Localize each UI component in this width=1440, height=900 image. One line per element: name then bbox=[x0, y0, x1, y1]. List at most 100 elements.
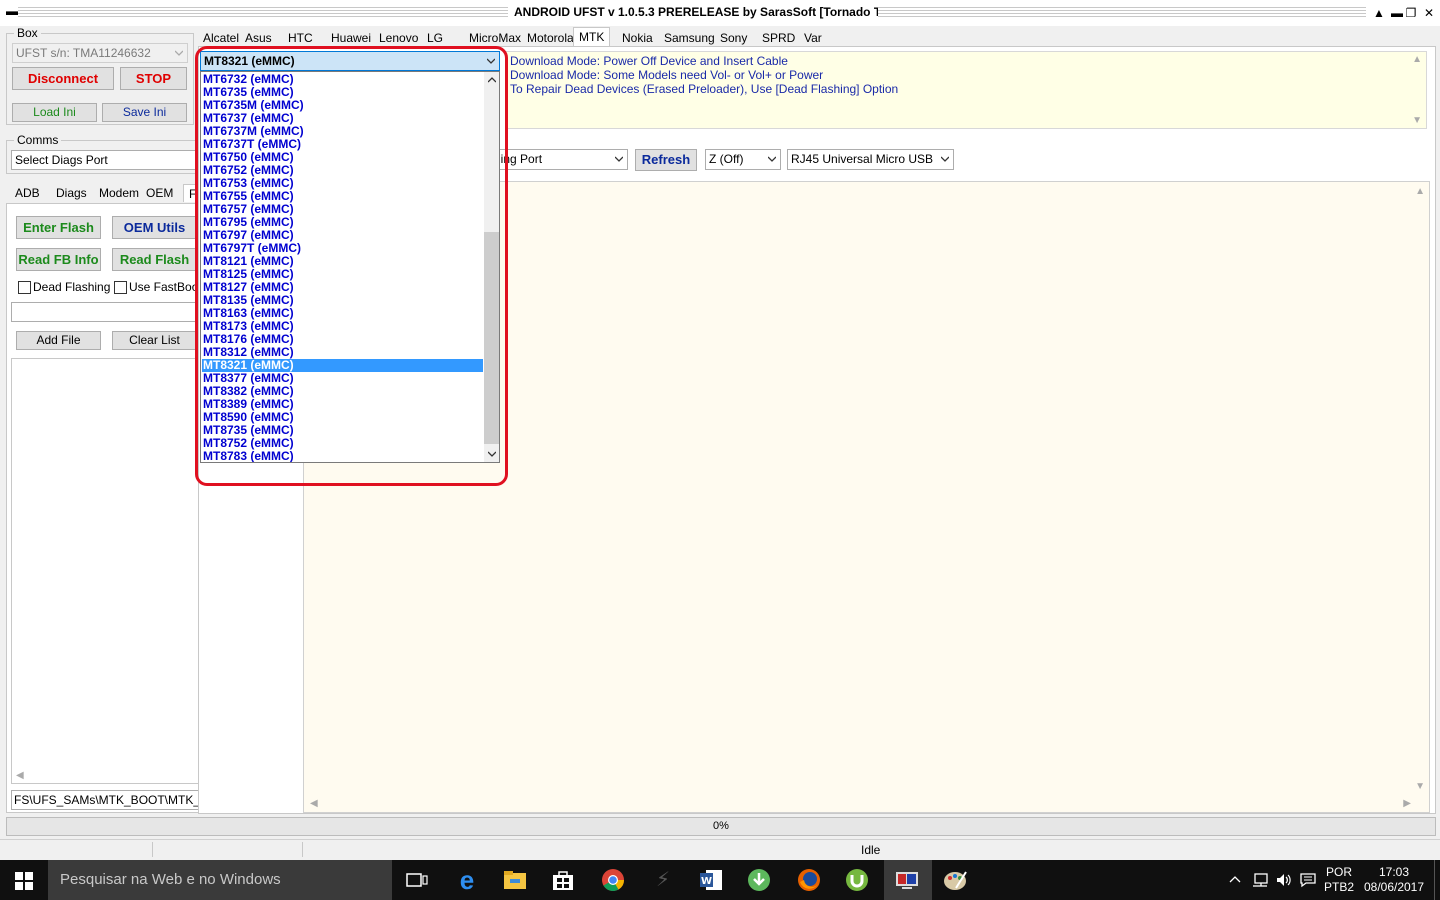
tab-lenovo[interactable]: Lenovo bbox=[374, 29, 423, 47]
action-center-icon[interactable] bbox=[1299, 872, 1317, 888]
ufst-app-icon[interactable] bbox=[894, 868, 920, 892]
info-line: Download Mode: Power Off Device and Inse… bbox=[510, 54, 788, 68]
title-stripes-right bbox=[878, 7, 1366, 19]
clock-time: 17:03 bbox=[1378, 865, 1410, 879]
scroll-down-icon[interactable]: ▼ bbox=[1415, 781, 1425, 792]
input-language[interactable]: POR PTB2 bbox=[1324, 865, 1354, 895]
diags-port-value: Select Diags Port bbox=[15, 153, 108, 167]
scroll-up-icon[interactable]: ▲ bbox=[1415, 186, 1425, 197]
taskbar-search-input[interactable]: Pesquisar na Web e no Windows bbox=[48, 860, 392, 900]
utorrent-icon[interactable] bbox=[844, 868, 870, 892]
cable-value: RJ45 Universal Micro USB bbox=[791, 152, 934, 166]
tab-motorola[interactable]: Motorola bbox=[522, 29, 579, 47]
chrome-icon[interactable] bbox=[600, 868, 626, 892]
show-desktop-button[interactable] bbox=[1434, 860, 1440, 900]
windows-start-icon[interactable] bbox=[15, 872, 33, 890]
clock[interactable]: 17:03 08/06/2017 bbox=[1362, 865, 1426, 895]
progress-bar: 0% bbox=[6, 817, 1436, 836]
scroll-left-icon[interactable]: ◀ bbox=[310, 798, 318, 809]
z-mode-select[interactable]: Z (Off) bbox=[705, 149, 781, 170]
scroll-up-icon[interactable]: ▲ bbox=[1412, 54, 1422, 65]
word-icon[interactable]: W bbox=[698, 868, 724, 892]
tab-var[interactable]: Var bbox=[799, 29, 827, 47]
system-menu-icon[interactable]: ▬ bbox=[6, 4, 18, 18]
dead-flashing-checkbox[interactable] bbox=[18, 281, 31, 294]
edge-browser-icon[interactable]: e bbox=[454, 867, 480, 893]
chevron-down-icon bbox=[768, 156, 776, 162]
tab-asus[interactable]: Asus bbox=[240, 29, 277, 47]
box-group-label: Box bbox=[14, 26, 41, 40]
use-fastboot-checkbox[interactable] bbox=[114, 281, 127, 294]
info-line: To Repair Dead Devices (Erased Preloader… bbox=[510, 82, 899, 96]
scroll-left-icon[interactable]: ◀ bbox=[16, 770, 24, 781]
left-tab-strip: ADB Diags Modem OEM F bbox=[10, 184, 203, 204]
read-fb-info-button[interactable]: Read FB Info bbox=[16, 248, 101, 271]
load-ini-button[interactable]: Load Ini bbox=[12, 103, 97, 122]
comms-group-label: Comms bbox=[14, 133, 62, 147]
z-mode-value: Z (Off) bbox=[709, 152, 744, 166]
tab-micromax[interactable]: MicroMax bbox=[464, 29, 526, 47]
tab-sony[interactable]: Sony bbox=[715, 29, 752, 47]
tab-modem[interactable]: Modem bbox=[94, 184, 144, 202]
store-icon[interactable] bbox=[550, 868, 576, 892]
diags-port-select[interactable]: Select Diags Port bbox=[11, 150, 197, 170]
clock-date: 08/06/2017 bbox=[1363, 880, 1425, 894]
tab-lg[interactable]: LG bbox=[422, 29, 448, 47]
progress-text: 0% bbox=[713, 820, 729, 832]
use-fastboot-label: Use FastBoot bbox=[129, 280, 202, 294]
add-file-button[interactable]: Add File bbox=[16, 331, 101, 350]
maximize-icon[interactable]: ❐ bbox=[1402, 4, 1420, 22]
tray-expand-icon[interactable] bbox=[1229, 874, 1241, 886]
info-box: Download Mode: Power Off Device and Inse… bbox=[505, 51, 1427, 129]
rollup-icon[interactable]: ▲ bbox=[1370, 4, 1388, 22]
status-divider bbox=[302, 842, 303, 857]
tab-adb[interactable]: ADB bbox=[10, 184, 45, 202]
enter-flash-button[interactable]: Enter Flash bbox=[16, 216, 101, 239]
dead-flashing-label: Dead Flashing bbox=[33, 280, 111, 294]
chevron-down-icon bbox=[175, 50, 183, 56]
paint-icon[interactable] bbox=[942, 868, 968, 892]
flash-port-select[interactable]: hing Port bbox=[490, 149, 628, 170]
tab-huawei[interactable]: Huawei bbox=[326, 29, 376, 47]
save-ini-button[interactable]: Save Ini bbox=[102, 103, 187, 122]
oem-utils-button[interactable]: OEM Utils bbox=[112, 216, 197, 239]
tab-htc[interactable]: HTC bbox=[283, 29, 318, 47]
tab-oem[interactable]: OEM bbox=[141, 184, 178, 202]
language-code: POR bbox=[1325, 865, 1352, 879]
tab-diags[interactable]: Diags bbox=[51, 184, 92, 202]
brand-tab-strip: Alcatel Asus HTC Huawei Lenovo LG MicroM… bbox=[198, 27, 838, 47]
title-stripes-left bbox=[18, 7, 508, 19]
stop-button[interactable]: STOP bbox=[120, 67, 187, 90]
file-path-input[interactable] bbox=[11, 302, 197, 322]
taskbar: Pesquisar na Web e no Windows e ⚡ W POR … bbox=[0, 860, 1440, 900]
annotation-highlight bbox=[195, 46, 508, 486]
firefox-icon[interactable] bbox=[796, 868, 822, 892]
download-manager-icon[interactable] bbox=[746, 868, 772, 892]
refresh-button[interactable]: Refresh bbox=[635, 149, 697, 171]
window-title: ANDROID UFST v 1.0.5.3 PRERELEASE by Sar… bbox=[514, 5, 911, 19]
task-view-icon[interactable] bbox=[404, 868, 430, 892]
tab-sprd[interactable]: SPRD bbox=[757, 29, 800, 47]
box-serial-value: UFST s/n: TMA11246632 bbox=[16, 46, 151, 60]
disconnect-button[interactable]: Disconnect bbox=[12, 67, 114, 90]
scroll-right-icon[interactable]: ▶ bbox=[1403, 798, 1411, 809]
tab-mtk[interactable]: MTK bbox=[573, 27, 611, 47]
cable-select[interactable]: RJ45 Universal Micro USB bbox=[787, 149, 954, 170]
file-explorer-icon[interactable] bbox=[502, 868, 528, 892]
tab-alcatel[interactable]: Alcatel bbox=[198, 29, 244, 47]
scroll-down-icon[interactable]: ▼ bbox=[1412, 115, 1422, 126]
tab-nokia[interactable]: Nokia bbox=[617, 29, 658, 47]
status-text: Idle bbox=[861, 843, 881, 857]
close-icon[interactable]: ✕ bbox=[1420, 4, 1438, 22]
volume-icon[interactable] bbox=[1275, 872, 1293, 888]
clear-list-button[interactable]: Clear List bbox=[112, 331, 197, 350]
lightning-app-icon[interactable]: ⚡ bbox=[650, 868, 676, 892]
box-serial-select: UFST s/n: TMA11246632 bbox=[12, 43, 188, 63]
keyboard-layout: PTB2 bbox=[1324, 880, 1355, 894]
read-flash-button[interactable]: Read Flash bbox=[112, 248, 197, 271]
tab-samsung[interactable]: Samsung bbox=[659, 29, 720, 47]
network-icon[interactable] bbox=[1251, 872, 1269, 888]
svg-text:W: W bbox=[701, 876, 712, 887]
status-divider bbox=[152, 842, 153, 857]
chevron-down-icon bbox=[941, 156, 949, 162]
